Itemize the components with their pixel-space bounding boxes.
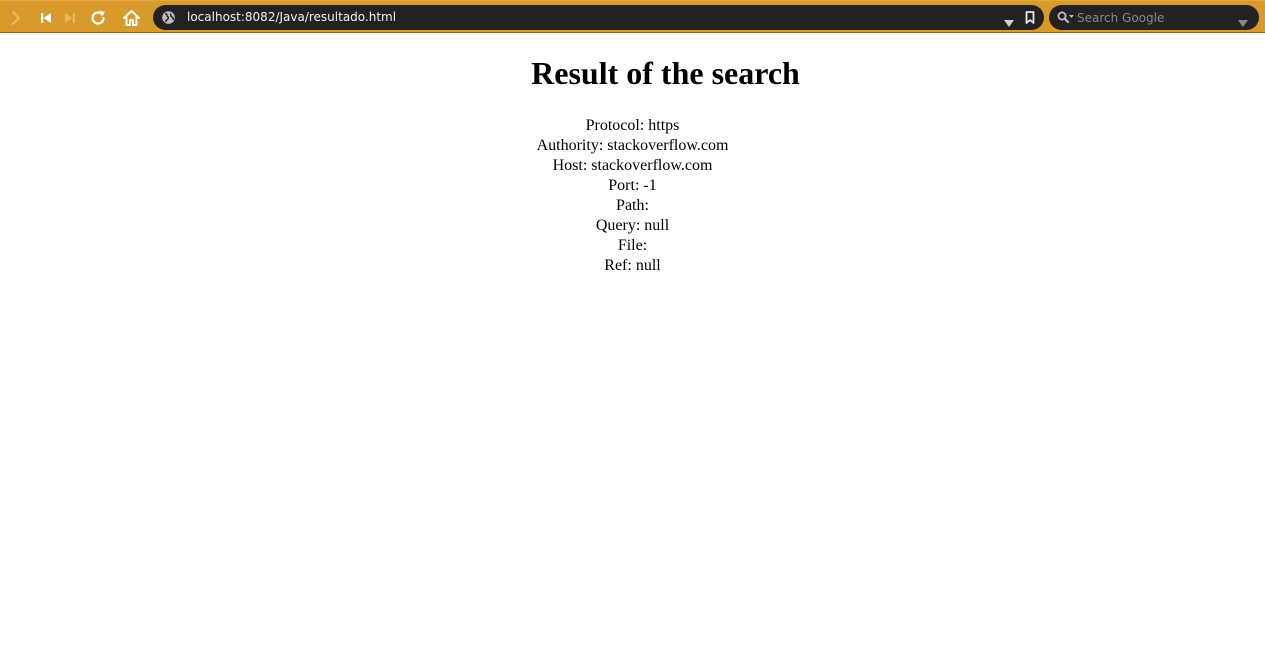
reload-icon[interactable] [87,1,109,34]
globe-icon[interactable] [161,10,176,30]
path-line: Path: [616,197,649,214]
file-line: File: [617,237,648,254]
protocol-line: Protocol: https [585,117,680,134]
home-icon[interactable] [120,1,142,34]
query-line: Query: null [595,217,670,234]
url-text[interactable]: localhost:8082/Java/resultado.html [187,9,396,26]
search-icon[interactable] [1057,11,1074,29]
host-line: Host: stackoverflow.com [552,157,713,174]
url-info-list: Protocol: https Authority: stackoverflow… [0,116,1265,276]
forward-arrow-icon[interactable] [6,1,26,34]
fast-forward-icon[interactable] [60,1,80,34]
page-content: Result of the search Protocol: https Aut… [0,33,1265,669]
rewind-icon[interactable] [36,1,56,34]
authority-line: Authority: stackoverflow.com [536,137,729,154]
bookmark-icon[interactable] [1025,11,1035,29]
ref-line: Ref: null [604,257,661,274]
browser-toolbar: localhost:8082/Java/resultado.html [0,0,1265,33]
search-bar[interactable] [1049,5,1259,30]
chevron-down-icon[interactable] [1238,14,1248,32]
address-bar[interactable]: localhost:8082/Java/resultado.html [153,5,1044,30]
chevron-down-icon[interactable] [1004,14,1014,32]
page-title: Result of the search [531,55,800,91]
search-input[interactable] [1077,9,1227,26]
port-line: Port: -1 [608,177,657,194]
